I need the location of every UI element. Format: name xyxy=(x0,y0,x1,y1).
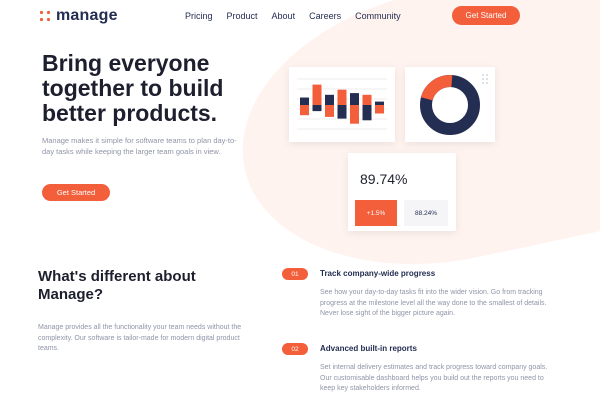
bar-segment-upper xyxy=(325,94,334,105)
bar-segment-lower xyxy=(375,105,384,114)
bar-segment-upper xyxy=(337,89,347,105)
nav-product[interactable]: Product xyxy=(227,11,258,21)
bar-segment-upper xyxy=(300,97,309,105)
nav-careers[interactable]: Careers xyxy=(309,11,341,21)
stat-card: 89.74% +1.5% 88.24% xyxy=(348,153,456,231)
feature-number-badge: 02 xyxy=(282,343,308,355)
bar-segment-lower xyxy=(325,105,334,117)
feature-number-badge: 01 xyxy=(282,268,308,280)
stat-change-chip: +1.5% xyxy=(355,200,397,226)
stat-value: 89.74% xyxy=(360,171,408,187)
decor-dot xyxy=(482,78,484,80)
feature-text: Set internal delivery estimates and trac… xyxy=(320,364,548,392)
bar-segment-lower xyxy=(300,105,309,116)
bar-segment-upper xyxy=(375,101,384,105)
bar-chart-graphic xyxy=(297,78,387,130)
donut-chart-graphic xyxy=(420,74,488,135)
decor-dot xyxy=(482,82,484,84)
decor-dot xyxy=(482,74,484,76)
section-title-line-1: What's different about xyxy=(38,268,196,285)
hero-title-line-3: better products. xyxy=(42,100,218,126)
nav-community[interactable]: Community xyxy=(355,11,401,21)
hero-description: Manage makes it simple for software team… xyxy=(42,136,237,156)
section-title-line-2: Manage? xyxy=(38,286,104,303)
hero-title-line-2: together to build xyxy=(42,75,224,101)
bar-segment-upper xyxy=(362,94,372,105)
site-header: manage Pricing Product About Careers Com… xyxy=(0,0,600,32)
decor-dot xyxy=(486,78,488,80)
hero-get-started-button[interactable]: Get Started xyxy=(42,184,110,201)
bar-segment-upper xyxy=(312,84,322,105)
feature-title: Advanced built-in reports xyxy=(320,344,417,353)
bar-segment-lower xyxy=(312,105,322,112)
donut-chart-card xyxy=(405,67,495,142)
bar-segment-lower xyxy=(350,105,359,124)
section-title: What's different about Manage? xyxy=(38,268,258,304)
bar-segment-lower xyxy=(362,105,372,121)
decor-dot xyxy=(486,82,488,84)
bar-segment-lower xyxy=(337,105,347,119)
stat-secondary-chip: 88.24% xyxy=(404,200,448,226)
nav-about[interactable]: About xyxy=(272,11,296,21)
logo[interactable]: manage xyxy=(40,7,118,25)
feature-text: See how your day-to-day tasks fit into t… xyxy=(320,289,547,317)
hero-title: Bring everyone together to build better … xyxy=(42,51,292,126)
bar-chart-card xyxy=(289,67,395,142)
nav-pricing[interactable]: Pricing xyxy=(185,11,213,21)
hero-title-line-1: Bring everyone xyxy=(42,50,210,76)
decor-dot xyxy=(486,74,488,76)
main-nav: Pricing Product About Careers Community xyxy=(185,11,401,21)
feature-title: Track company-wide progress xyxy=(320,269,436,278)
section-description: Manage provides all the functionality yo… xyxy=(38,324,242,352)
header-get-started-button[interactable]: Get Started xyxy=(452,6,520,25)
logo-text: manage xyxy=(56,7,118,24)
hero-background-shape xyxy=(216,0,600,301)
logo-mark-icon xyxy=(40,11,50,21)
bar-segment-upper xyxy=(350,93,359,105)
